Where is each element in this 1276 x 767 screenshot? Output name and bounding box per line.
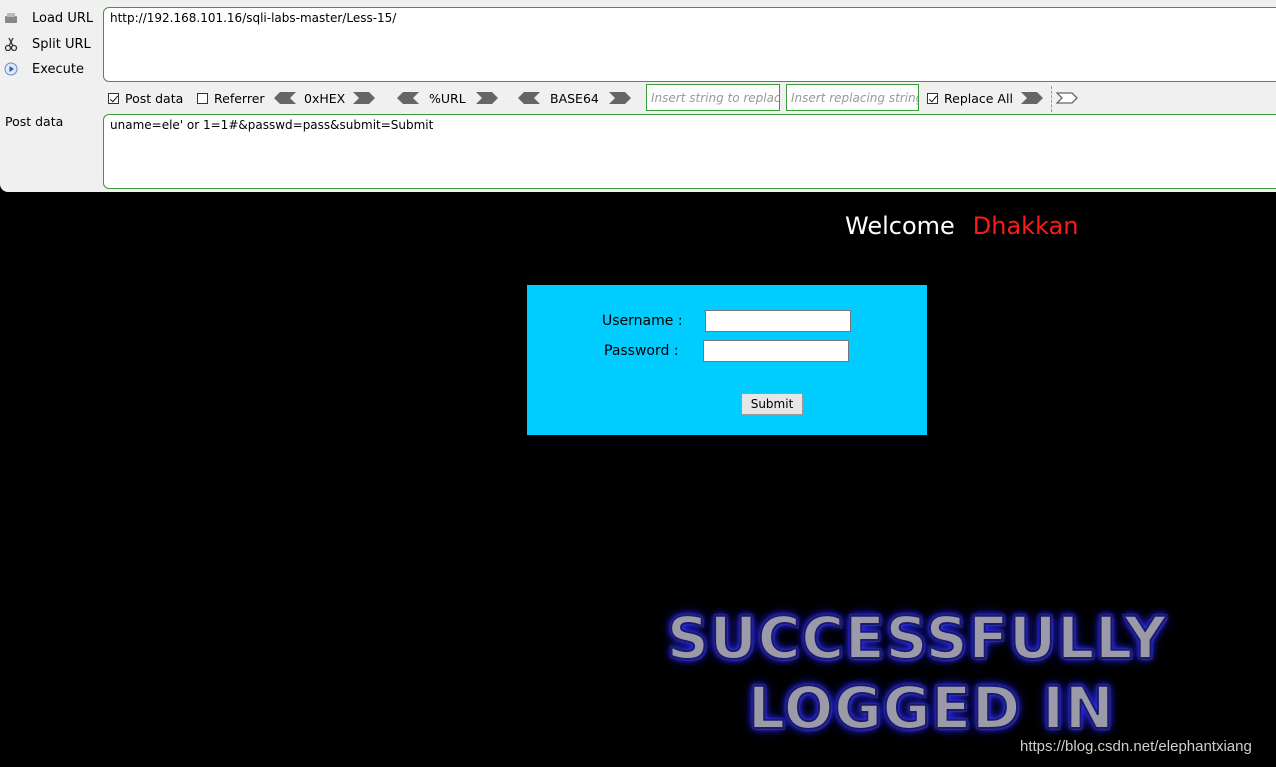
split-url-button[interactable]: Split URL	[0, 32, 100, 56]
replace-to-input[interactable]: Insert replacing string	[786, 84, 919, 111]
base64-encode-arrow-icon[interactable]	[608, 92, 631, 104]
url-enc-label: %URL	[429, 90, 466, 106]
referrer-checkbox[interactable]: Referrer	[197, 89, 265, 107]
load-url-label: Load URL	[32, 10, 94, 26]
replace-all-checkbox[interactable]: Replace All	[927, 89, 1013, 107]
hex-decode-arrow-icon[interactable]	[274, 92, 296, 104]
execute-label: Execute	[32, 61, 84, 77]
replace-from-input[interactable]: Insert string to replace	[646, 84, 780, 111]
welcome-text: Welcome	[845, 212, 955, 240]
welcome-heading: Welcome Dhakkan	[845, 212, 1078, 240]
base64-encoder: BASE64	[518, 89, 631, 107]
scissors-icon	[4, 37, 18, 51]
post-data-textarea[interactable]: uname=ele' or 1=1#&passwd=pass&submit=Su…	[103, 114, 1276, 189]
replace-apply-arrow-icon[interactable]	[1056, 92, 1078, 104]
separator	[1051, 86, 1052, 112]
load-url-button[interactable]: Load URL	[0, 6, 100, 30]
hackbar-panel: Load URL Split URL Execute http://192.16…	[0, 0, 1276, 192]
url-encoder: %URL	[397, 89, 498, 107]
password-input[interactable]	[703, 340, 849, 362]
user-name: Dhakkan	[972, 212, 1079, 240]
play-icon	[4, 62, 18, 76]
post-data-checkbox[interactable]: Post data	[108, 89, 183, 107]
replace-all-check-mark	[927, 92, 938, 104]
post-data-check-mark	[108, 92, 119, 104]
execute-button[interactable]: Execute	[0, 57, 100, 81]
success-banner-line2: LOGGED IN	[747, 673, 1115, 743]
post-data-label: Post data	[5, 114, 64, 129]
load-url-icon	[4, 11, 18, 25]
referrer-checkbox-label: Referrer	[214, 90, 265, 106]
watermark-text: https://blog.csdn.net/elephantxiang	[1020, 738, 1252, 755]
url-encode-arrow-icon[interactable]	[475, 92, 498, 104]
login-form: Username : Password : Submit	[527, 285, 927, 435]
url-decode-arrow-icon[interactable]	[397, 92, 419, 104]
username-input[interactable]	[705, 310, 851, 332]
replace-all-label: Replace All	[944, 90, 1013, 106]
success-banner-line1: SUCCESSFULLY	[666, 603, 1168, 673]
password-label: Password :	[604, 343, 679, 359]
replace-arrow-icon[interactable]	[1021, 92, 1043, 104]
hex-encoder: 0xHEX	[274, 89, 376, 107]
referrer-check-box	[197, 92, 208, 104]
username-label: Username :	[602, 313, 683, 329]
split-url-label: Split URL	[32, 36, 91, 52]
url-textarea[interactable]: http://192.168.101.16/sqli-labs-master/L…	[103, 7, 1276, 82]
base64-decode-arrow-icon[interactable]	[518, 92, 540, 104]
hex-label: 0xHEX	[304, 90, 346, 106]
post-data-checkbox-label: Post data	[125, 90, 184, 106]
submit-button[interactable]: Submit	[741, 393, 803, 415]
hex-encode-arrow-icon[interactable]	[353, 92, 376, 104]
base64-label: BASE64	[550, 90, 599, 106]
